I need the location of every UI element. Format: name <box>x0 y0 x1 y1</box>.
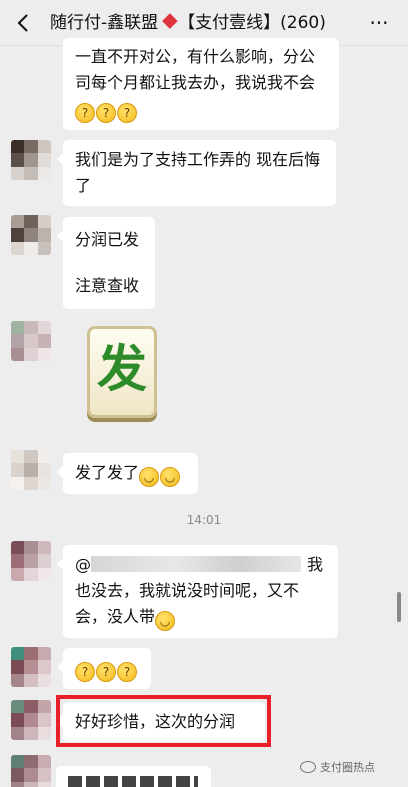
thinking-face-icon: ? <box>96 662 116 682</box>
time-divider: 14:01 <box>186 513 222 527</box>
wechat-channel-icon <box>300 761 316 773</box>
red-highlight-box <box>56 695 271 747</box>
grinning-face-icon: ◡ <box>160 467 181 487</box>
message-line: 我们是为了支持工作弄的 现在后悔 <box>75 150 321 169</box>
cut-off-text <box>68 776 198 787</box>
more-dots-icon[interactable]: ··· <box>364 11 394 35</box>
message-bubble[interactable]: 分润已发 注意查收 <box>57 217 155 309</box>
message-line: 司每个月都让我去办，我说我不会 <box>75 73 316 92</box>
message-text: 会，没人带 <box>75 607 156 626</box>
avatar[interactable] <box>11 450 51 490</box>
message-bubble[interactable]: 一直不开对公，有什么影响，分公 司每个月都让我去办，我说我不会 ??? <box>63 38 339 130</box>
scrollbar[interactable] <box>397 592 401 622</box>
message-line: 也没去，我就说没时间呢，又不 <box>75 581 300 600</box>
message-line: 会，没人带 ◡ <box>75 604 326 631</box>
message-bubble[interactable]: ??? <box>57 648 151 689</box>
title-text-part2: 【支付壹线】(260) <box>178 13 326 33</box>
mention-prefix: @ <box>75 555 91 574</box>
message-bubble[interactable]: @ 我 也没去，我就说没时间呢，又不 会，没人带 ◡ <box>57 545 338 638</box>
message-line: 了 <box>75 176 92 195</box>
red-diamond-icon <box>162 13 178 29</box>
sweat-smile-icon: ◡ <box>155 611 176 631</box>
message-bubble-partial[interactable] <box>56 766 211 787</box>
title-text-part1: 随行付-鑫联盟 <box>50 13 159 33</box>
message-bubble[interactable]: 发了发了 ◡ ◡ <box>57 453 198 494</box>
redacted-mention <box>91 556 301 572</box>
grinning-face-icon: ◡ <box>139 467 160 487</box>
thinking-face-icon: ? <box>75 662 95 682</box>
watermark-text: 支付圈热点 <box>320 761 375 774</box>
chat-title: 随行付-鑫联盟 【支付壹线】(260) <box>50 11 350 35</box>
thinking-face-icon: ? <box>96 103 116 123</box>
message-text: 发了发了 <box>75 463 140 482</box>
avatar[interactable] <box>11 541 51 581</box>
avatar[interactable] <box>11 215 51 255</box>
thinking-face-icon: ? <box>117 103 137 123</box>
chevron-left-icon[interactable] <box>12 9 38 37</box>
avatar[interactable] <box>11 700 51 740</box>
avatar[interactable] <box>11 755 51 787</box>
mahjong-fa-tile-sticker[interactable]: 发 <box>87 326 157 418</box>
thinking-face-icon: ? <box>117 662 137 682</box>
message-line: 一直不开对公，有什么影响，分公 <box>75 47 316 66</box>
watermark: 支付圈热点 <box>300 759 375 775</box>
emoji-row: ??? <box>75 96 327 123</box>
avatar[interactable] <box>11 647 51 687</box>
thinking-face-icon: ? <box>75 103 95 123</box>
avatar[interactable] <box>11 321 51 361</box>
message-line: 分润已发 <box>75 230 140 249</box>
avatar[interactable] <box>11 140 51 180</box>
mention-tail: 我 <box>307 555 324 574</box>
message-bubble[interactable]: 我们是为了支持工作弄的 现在后悔 了 <box>57 140 336 206</box>
message-line: @ 我 <box>75 552 326 578</box>
message-line: 注意查收 <box>75 276 140 295</box>
